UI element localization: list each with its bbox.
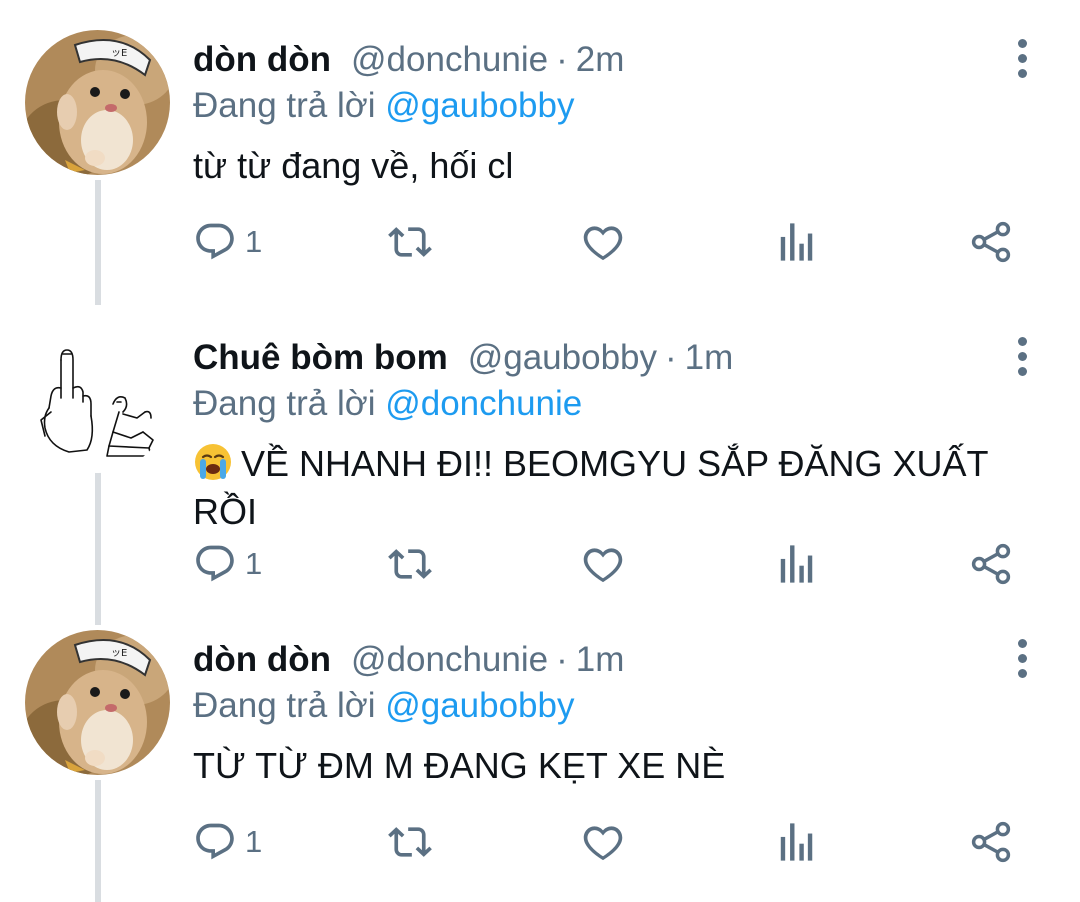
author-name[interactable]: dòn dòn	[193, 38, 331, 82]
reply-icon	[196, 223, 234, 260]
like-button[interactable]	[580, 814, 626, 870]
author-name[interactable]: dòn dòn	[193, 638, 331, 682]
mention-link[interactable]: @donchunie	[385, 384, 582, 423]
more-dot	[1017, 336, 1027, 346]
analytics-icon	[780, 545, 813, 583]
like-button[interactable]	[580, 214, 626, 270]
hamster-avatar-icon: ッE	[25, 30, 170, 175]
author-handle[interactable]: @donchunie	[351, 638, 548, 682]
mention-link[interactable]: @gaubobby	[385, 686, 574, 725]
more-dot	[1017, 668, 1027, 678]
reply-icon	[196, 545, 234, 582]
more-dot	[1017, 68, 1027, 78]
more-button[interactable]	[1000, 636, 1044, 680]
reply-count: 1	[245, 224, 263, 259]
timestamp[interactable]: 2m	[576, 38, 625, 82]
reply-button[interactable]: 1	[193, 814, 262, 870]
tweet[interactable]: Chuê bòm bom @gaubobby · 1m Đang trả lời…	[0, 298, 1080, 618]
tweet-header: Chuê bòm bom @gaubobby · 1m	[193, 336, 733, 380]
analytics-button[interactable]	[778, 536, 814, 592]
middle-finger-sketch-icon	[25, 328, 170, 473]
heart-icon	[583, 548, 623, 583]
retweet-button[interactable]	[386, 214, 434, 270]
avatar[interactable]: ッE	[25, 30, 170, 175]
avatar[interactable]	[25, 328, 170, 473]
more-dot	[1017, 38, 1027, 48]
tweet[interactable]: ッE dòn dòn @donchunie · 1m Đang trả lời …	[0, 600, 1080, 902]
replying-to-label: Đang trả lời	[193, 86, 376, 125]
timestamp[interactable]: 1m	[576, 638, 625, 682]
separator: ·	[556, 40, 568, 79]
reply-count: 1	[245, 824, 263, 859]
like-button[interactable]	[580, 536, 626, 592]
more-button[interactable]	[1000, 334, 1044, 378]
replying-to-label: Đang trả lời	[193, 686, 376, 725]
analytics-button[interactable]	[778, 814, 814, 870]
action-bar: 1	[0, 814, 1080, 870]
analytics-icon	[780, 823, 813, 861]
share-button[interactable]	[968, 214, 1014, 270]
more-dot	[1017, 653, 1027, 663]
retweet-icon	[388, 549, 432, 579]
reply-button[interactable]: 1	[193, 214, 262, 270]
reply-button[interactable]: 1	[193, 536, 262, 592]
reply-count: 1	[245, 546, 263, 581]
more-button[interactable]	[1000, 36, 1044, 80]
replying-to: Đang trả lời @gaubobby	[193, 84, 575, 128]
share-icon	[971, 221, 1011, 263]
author-handle[interactable]: @donchunie	[351, 38, 548, 82]
tweet[interactable]: ッE dòn dòn @donchunie · 2m Đang trả lời …	[0, 0, 1080, 300]
svg-text:ッE: ッE	[111, 648, 127, 659]
tweet-text-container: VỀ NHANH ĐI!! BEOMGYU SẮP ĐĂNG XUẤT RỒI	[193, 440, 993, 536]
share-icon	[971, 543, 1011, 585]
retweet-icon	[388, 227, 432, 257]
heart-icon	[583, 226, 623, 261]
analytics-button[interactable]	[778, 214, 814, 270]
separator: ·	[556, 640, 568, 679]
tweet-header: dòn dòn @donchunie · 1m	[193, 638, 624, 682]
analytics-icon	[780, 223, 813, 261]
heart-icon	[583, 826, 623, 861]
action-bar: 1	[0, 214, 1080, 270]
more-dot	[1017, 366, 1027, 376]
author-handle[interactable]: @gaubobby	[468, 336, 657, 380]
author-name[interactable]: Chuê bòm bom	[193, 336, 448, 380]
loudly-crying-face-icon	[195, 444, 231, 480]
more-dot	[1017, 638, 1027, 648]
share-button[interactable]	[968, 536, 1014, 592]
avatar[interactable]: ッE	[25, 630, 170, 775]
action-bar: 1	[0, 536, 1080, 592]
separator: ·	[665, 338, 677, 377]
retweet-button[interactable]	[386, 536, 434, 592]
share-icon	[971, 821, 1011, 863]
tweet-text: từ từ đang về, hối cl	[193, 145, 514, 186]
more-dot	[1017, 351, 1027, 361]
tweet-header: dòn dòn @donchunie · 2m	[193, 38, 624, 82]
tweet-text: VỀ NHANH ĐI!! BEOMGYU SẮP ĐĂNG XUẤT RỒI	[193, 443, 988, 532]
replying-to-label: Đang trả lời	[193, 384, 376, 423]
hamster-avatar-icon: ッE	[25, 630, 170, 775]
retweet-icon	[388, 827, 432, 857]
mention-link[interactable]: @gaubobby	[385, 86, 574, 125]
timestamp[interactable]: 1m	[685, 336, 734, 380]
replying-to: Đang trả lời @donchunie	[193, 382, 582, 426]
reply-icon	[196, 823, 234, 860]
svg-text:ッE: ッE	[111, 48, 127, 59]
more-dot	[1017, 53, 1027, 63]
share-button[interactable]	[968, 814, 1014, 870]
tweet-text: TỪ TỪ ĐM M ĐANG KẸT XE NÈ	[193, 745, 726, 786]
replying-to: Đang trả lời @gaubobby	[193, 684, 575, 728]
retweet-button[interactable]	[386, 814, 434, 870]
